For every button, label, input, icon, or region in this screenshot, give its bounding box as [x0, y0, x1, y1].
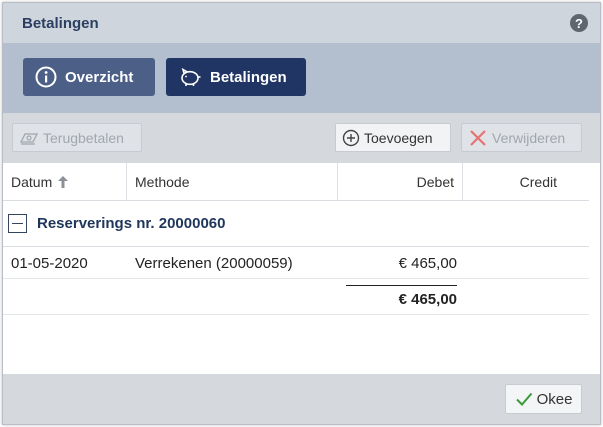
toolbar: Terugbetalen Toevoegen Verwijderen: [3, 113, 600, 163]
group-row: Reserverings nr. 20000060: [3, 201, 589, 247]
payments-grid: Datum Methode Debet Credit Reserverings …: [3, 163, 589, 315]
cell-debet: € 465,00: [398, 254, 457, 272]
ok-label: Okee: [536, 390, 573, 408]
total-row: € 465,00: [3, 279, 589, 315]
refund-icon: [19, 130, 39, 146]
total-debet: € 465,00: [346, 285, 457, 313]
column-header-credit[interactable]: Credit: [463, 163, 589, 201]
dialog-titlebar: Betalingen ?: [3, 3, 600, 43]
column-header-datum[interactable]: Datum: [3, 163, 127, 201]
plus-circle-icon: [342, 129, 360, 147]
group-title: Reserverings nr. 20000060: [37, 215, 226, 232]
info-icon: [35, 66, 57, 88]
payments-dialog: Betalingen ? Overzicht Betalingen Terugb…: [2, 2, 601, 425]
grid-header: Datum Methode Debet Credit: [3, 163, 589, 201]
add-button[interactable]: Toevoegen: [335, 123, 451, 152]
add-label: Toevoegen: [364, 129, 433, 146]
tab-strip: Overzicht Betalingen: [3, 43, 600, 113]
column-header-debet[interactable]: Debet: [338, 163, 463, 201]
help-icon[interactable]: ?: [570, 14, 588, 32]
tab-betalingen[interactable]: Betalingen: [166, 58, 306, 96]
tab-betalingen-label: Betalingen: [210, 68, 287, 86]
tab-overzicht-label: Overzicht: [65, 68, 134, 86]
delete-button[interactable]: Verwijderen: [461, 123, 582, 152]
refund-button[interactable]: Terugbetalen: [12, 123, 142, 152]
table-row[interactable]: 01-05-2020 Verrekenen (20000059) € 465,0…: [3, 247, 589, 279]
piggy-bank-icon: [178, 67, 202, 87]
close-icon: [468, 128, 488, 148]
delete-label: Verwijderen: [492, 129, 566, 146]
dialog-title: Betalingen: [22, 14, 99, 32]
dialog-footer: Okee: [3, 374, 600, 424]
sort-ascending-icon: [57, 175, 69, 189]
cell-methode: Verrekenen (20000059): [135, 254, 293, 272]
column-header-methode[interactable]: Methode: [127, 163, 338, 201]
cell-datum: 01-05-2020: [11, 254, 88, 272]
tab-overzicht[interactable]: Overzicht: [23, 58, 155, 96]
checkmark-icon: [515, 391, 533, 407]
refund-label: Terugbetalen: [43, 129, 124, 146]
collapse-icon[interactable]: [8, 214, 27, 233]
ok-button[interactable]: Okee: [505, 384, 582, 414]
